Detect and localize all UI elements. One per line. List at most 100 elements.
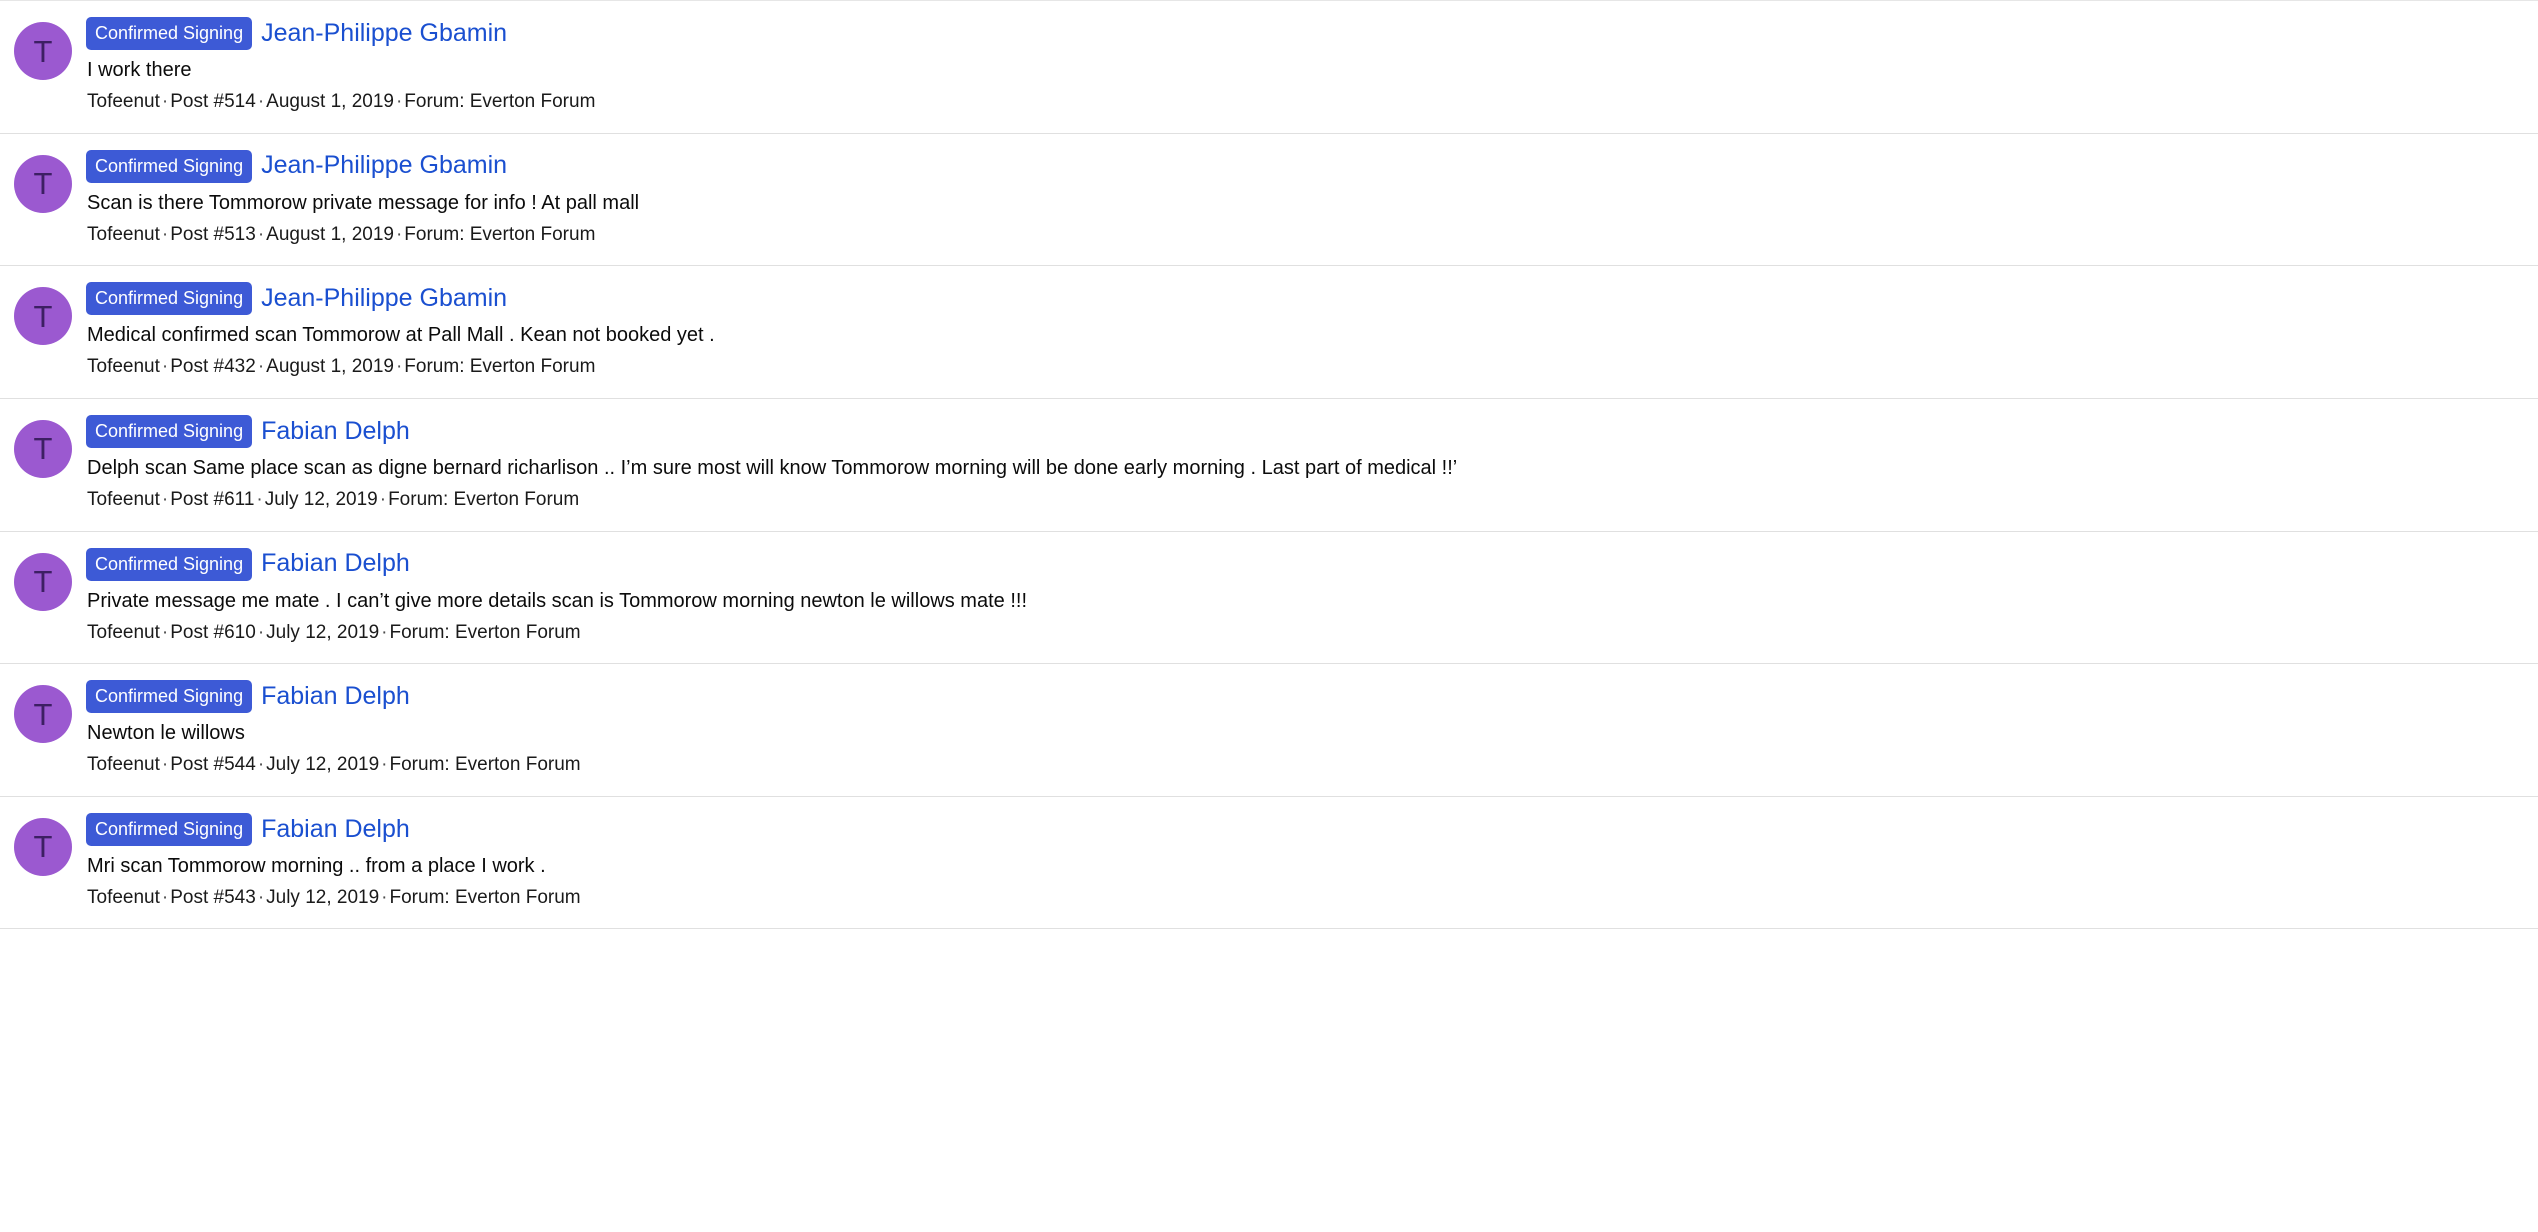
result-snippet: Newton le willows bbox=[87, 722, 245, 745]
meta-post-number: Post #611 bbox=[170, 488, 255, 510]
result-meta: Tofeenut · Post #514 · August 1, 2019 · Forum:… bbox=[87, 89, 2522, 115]
result-title-link[interactable]: Fabian Delph bbox=[261, 550, 410, 578]
result-title-line: Confirmed Signing Fabian Delph bbox=[86, 812, 2522, 846]
result-row[interactable]: T Confirmed Signing Fabian Delph Mri scan T… bbox=[0, 796, 2538, 930]
meta-post-number: Post #432 bbox=[170, 356, 256, 378]
meta-date: August 1, 2019 bbox=[266, 356, 394, 378]
result-meta: Tofeenut · Post #610 · July 12, 2019 · Forum: … bbox=[87, 620, 2522, 646]
avatar[interactable]: T bbox=[14, 287, 72, 346]
result-content: Confirmed Signing Jean-Philippe Gbamin Med… bbox=[86, 282, 2538, 380]
avatar-cell: T bbox=[0, 415, 86, 478]
result-content: Confirmed Signing Jean-Philippe Gbamin Sca… bbox=[86, 149, 2538, 248]
result-title-line: Confirmed Signing Jean-Philippe Gbamin bbox=[86, 149, 2522, 183]
meta-post-number: Post #514 bbox=[170, 91, 256, 112]
meta-separator: · bbox=[257, 356, 265, 378]
status-badge: Confirmed Signing bbox=[86, 414, 253, 448]
result-title-link[interactable]: Jean-Philippe Gbamin bbox=[261, 152, 507, 180]
meta-separator: · bbox=[379, 488, 387, 510]
status-badge: Confirmed Signing bbox=[86, 149, 253, 183]
result-meta: Tofeenut · Post #432 · August 1, 2019 · Forum:… bbox=[87, 354, 2522, 380]
result-row[interactable]: T Confirmed Signing Fabian Delph Delph scan… bbox=[0, 398, 2538, 532]
avatar[interactable]: T bbox=[14, 154, 72, 213]
meta-author: Tofeenut bbox=[87, 223, 160, 245]
meta-post-number: Post #513 bbox=[170, 223, 256, 245]
avatar[interactable]: T bbox=[14, 419, 72, 478]
result-title-line: Confirmed Signing Jean-Philippe Gbamin bbox=[86, 282, 2522, 316]
avatar-cell: T bbox=[0, 282, 86, 346]
result-content: Confirmed Signing Fabian Delph Private mes… bbox=[86, 547, 2538, 646]
search-results-list: T Confirmed Signing Jean-Philippe Gbamin I … bbox=[0, 0, 2538, 930]
avatar-cell: T bbox=[0, 680, 86, 744]
meta-separator: · bbox=[395, 91, 403, 112]
meta-date: July 12, 2019 bbox=[266, 621, 380, 643]
result-title-link[interactable]: Jean-Philippe Gbamin bbox=[261, 19, 507, 48]
result-title-link[interactable]: Fabian Delph bbox=[261, 815, 410, 844]
result-content: Confirmed Signing Fabian Delph Newton le w… bbox=[86, 680, 2538, 778]
result-row[interactable]: T Confirmed Signing Jean-Philippe Gbamin Me… bbox=[0, 266, 2538, 399]
meta-forum: Forum: Everton Forum bbox=[389, 621, 581, 643]
meta-separator: · bbox=[161, 886, 169, 908]
avatar-cell: T bbox=[0, 813, 86, 876]
meta-separator: · bbox=[257, 91, 265, 112]
result-title-line: Confirmed Signing Jean-Philippe Gbamin bbox=[86, 17, 2522, 50]
avatar-cell: T bbox=[0, 150, 86, 213]
meta-separator: · bbox=[161, 356, 169, 378]
result-meta: Tofeenut · Post #544 · July 12, 2019 · Forum: … bbox=[87, 752, 2522, 778]
result-content: Confirmed Signing Fabian Delph Delph scan … bbox=[86, 414, 2538, 513]
meta-separator: · bbox=[161, 223, 169, 245]
avatar[interactable]: T bbox=[14, 552, 72, 611]
avatar-cell: T bbox=[0, 17, 86, 80]
meta-post-number: Post #610 bbox=[170, 621, 256, 643]
result-row[interactable]: T Confirmed Signing Fabian Delph Newton le … bbox=[0, 664, 2538, 797]
meta-separator: · bbox=[257, 223, 265, 245]
result-row[interactable]: T Confirmed Signing Jean-Philippe Gbamin I … bbox=[0, 1, 2538, 134]
avatar[interactable]: T bbox=[14, 685, 72, 744]
meta-separator: · bbox=[161, 754, 169, 776]
meta-forum: Forum: Everton Forum bbox=[389, 886, 581, 908]
meta-separator: · bbox=[381, 886, 388, 908]
result-title-line: Confirmed Signing Fabian Delph bbox=[86, 680, 2522, 714]
meta-separator: · bbox=[381, 621, 388, 643]
status-badge: Confirmed Signing bbox=[86, 17, 253, 50]
meta-forum: Forum: Everton Forum bbox=[388, 488, 580, 510]
meta-post-number: Post #543 bbox=[170, 886, 256, 908]
meta-separator: · bbox=[257, 754, 265, 776]
avatar[interactable]: T bbox=[14, 817, 72, 876]
result-meta: Tofeenut · Post #611 · July 12, 2019 · Forum: … bbox=[87, 487, 2522, 513]
avatar-cell: T bbox=[0, 548, 86, 611]
meta-author: Tofeenut bbox=[87, 886, 160, 908]
meta-date: August 1, 2019 bbox=[266, 91, 394, 112]
result-snippet: Private message me mate . I can’t give m… bbox=[87, 589, 1027, 612]
avatar[interactable]: T bbox=[14, 22, 72, 80]
result-title-line: Confirmed Signing Fabian Delph bbox=[86, 414, 2522, 448]
meta-author: Tofeenut bbox=[87, 621, 160, 643]
meta-author: Tofeenut bbox=[87, 754, 160, 776]
status-badge: Confirmed Signing bbox=[86, 812, 253, 846]
result-title-link[interactable]: Jean-Philippe Gbamin bbox=[261, 285, 507, 313]
meta-separator: · bbox=[256, 488, 263, 510]
result-row[interactable]: T Confirmed Signing Jean-Philippe Gbamin Sc… bbox=[0, 133, 2538, 267]
result-title-link[interactable]: Fabian Delph bbox=[261, 682, 410, 711]
meta-forum: Forum: Everton Forum bbox=[404, 223, 596, 245]
result-content: Confirmed Signing Jean-Philippe Gbamin I w… bbox=[86, 17, 2538, 115]
status-badge: Confirmed Signing bbox=[86, 547, 253, 581]
result-title-line: Confirmed Signing Fabian Delph bbox=[86, 547, 2522, 581]
meta-separator: · bbox=[161, 621, 169, 643]
result-snippet: I work there bbox=[87, 59, 192, 81]
meta-separator: · bbox=[161, 488, 169, 510]
result-snippet: Scan is there Tommorow private message f… bbox=[87, 191, 640, 214]
result-meta: Tofeenut · Post #513 · August 1, 2019 · Forum:… bbox=[87, 222, 2522, 248]
result-snippet: Mri scan Tommorow morning .. from a plac… bbox=[87, 854, 546, 877]
meta-author: Tofeenut bbox=[87, 356, 160, 378]
status-badge: Confirmed Signing bbox=[86, 282, 253, 316]
meta-date: July 12, 2019 bbox=[266, 754, 380, 776]
meta-date: July 12, 2019 bbox=[264, 488, 378, 510]
result-row[interactable]: T Confirmed Signing Fabian Delph Private me… bbox=[0, 531, 2538, 665]
result-title-link[interactable]: Fabian Delph bbox=[261, 417, 410, 446]
result-snippet: Medical confirmed scan Tommorow at Pall … bbox=[87, 324, 715, 347]
meta-separator: · bbox=[381, 754, 388, 776]
meta-date: July 12, 2019 bbox=[266, 886, 380, 908]
meta-author: Tofeenut bbox=[87, 488, 160, 510]
meta-separator: · bbox=[161, 91, 169, 112]
meta-forum: Forum: Everton Forum bbox=[389, 754, 581, 776]
